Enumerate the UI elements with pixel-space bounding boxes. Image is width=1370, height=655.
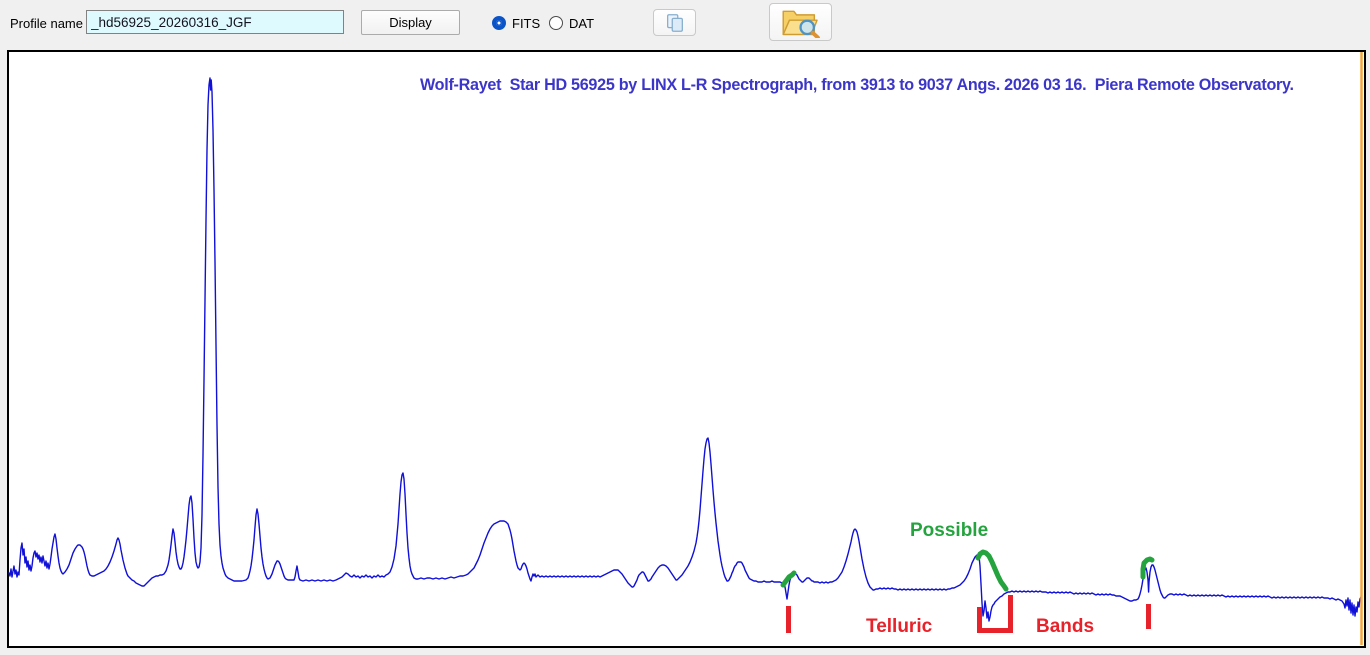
toolbar: Profile name : Display FITS DAT	[0, 0, 1370, 50]
spectrum-plot-area	[7, 50, 1366, 648]
radio-dat-label: DAT	[569, 16, 594, 31]
copy-pages-icon	[664, 12, 686, 34]
display-button[interactable]: Display	[361, 10, 460, 35]
red-marker-bands-tick	[1146, 604, 1151, 629]
radio-fits[interactable]: FITS	[492, 14, 540, 32]
folder-search-icon	[780, 6, 822, 38]
profile-name-label: Profile name :	[10, 16, 90, 31]
radio-dat[interactable]: DAT	[549, 14, 594, 32]
red-marker-telluric-tick	[786, 606, 791, 633]
radio-fits-label: FITS	[512, 16, 540, 31]
radio-fits-circle-icon[interactable]	[492, 16, 506, 30]
plot-title: Wolf-Rayet Star HD 56925 by LINX L-R Spe…	[420, 75, 1294, 95]
annotation-bands: Bands	[1036, 616, 1094, 638]
profile-name-input[interactable]	[86, 10, 344, 34]
annotation-telluric: Telluric	[866, 616, 932, 638]
annotation-possible: Possible	[910, 520, 988, 542]
red-marker-bracket-right	[1008, 595, 1013, 633]
browse-file-button[interactable]	[769, 3, 832, 41]
radio-dat-circle-icon[interactable]	[549, 16, 563, 30]
copy-button[interactable]	[653, 9, 696, 36]
